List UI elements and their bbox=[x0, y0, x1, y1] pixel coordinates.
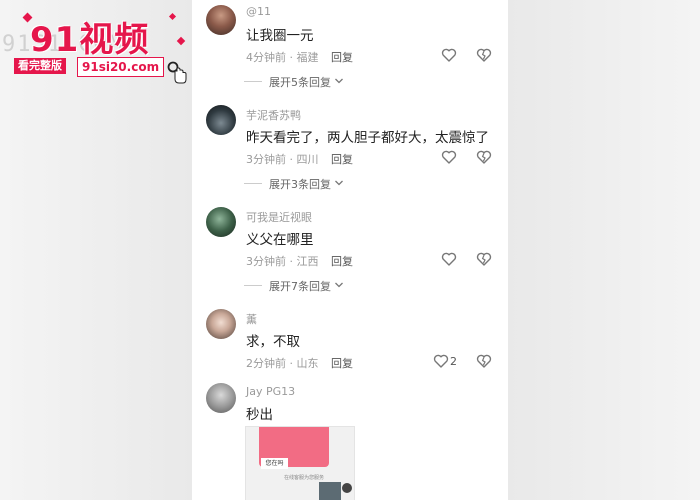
expand-replies-label: 展开5条回复 bbox=[269, 76, 331, 89]
comment-image-thumbnail[interactable]: 您在吗 在线客服为您服务 bbox=[245, 426, 355, 500]
expand-replies-label: 展开7条回复 bbox=[269, 280, 331, 293]
watermark-url: 91si20.com bbox=[77, 57, 165, 77]
broken-heart-icon[interactable] bbox=[476, 353, 492, 369]
comment-username[interactable]: @11 bbox=[246, 5, 271, 18]
comment-meta: 2分钟前 · 山东 bbox=[246, 355, 319, 371]
meta-separator: · bbox=[286, 153, 297, 166]
heart-icon[interactable] bbox=[433, 353, 449, 369]
broken-heart-icon[interactable] bbox=[476, 251, 492, 267]
reply-button[interactable]: 回复 bbox=[331, 151, 353, 167]
thumbnail-caption: 在线客服为您服务 bbox=[284, 475, 325, 481]
comment-username[interactable]: 可我是近视眼 bbox=[246, 209, 312, 225]
comment-username[interactable]: 薰 bbox=[246, 311, 257, 327]
comment-meta: 3分钟前 · 四川 bbox=[246, 151, 319, 167]
sparkle-icon bbox=[176, 36, 186, 46]
site-watermark[interactable]: 91S1.COM 91视频 看完整版 91si20.com bbox=[0, 0, 195, 90]
meta-separator: · bbox=[286, 51, 297, 64]
chevron-down-icon bbox=[335, 78, 343, 84]
comment-location: 四川 bbox=[296, 153, 319, 166]
like-count: 2 bbox=[450, 355, 457, 368]
comment-text: 让我圈一元 bbox=[246, 28, 314, 44]
broken-heart-icon[interactable] bbox=[476, 149, 492, 165]
comment-time: 2分钟前 bbox=[246, 357, 286, 370]
heart-icon[interactable] bbox=[441, 149, 457, 165]
comment-time: 4分钟前 bbox=[246, 51, 286, 64]
comment-text: 秒出 bbox=[246, 407, 273, 423]
expand-divider bbox=[244, 183, 262, 184]
meta-separator: · bbox=[286, 357, 297, 370]
comment-location: 江西 bbox=[296, 255, 319, 268]
comments-panel[interactable]: @11 让我圈一元 4分钟前 · 福建 回复 展开5条回复 芋泥香苏鸭 昨天看完… bbox=[192, 0, 508, 500]
thumbnail-mini-image bbox=[319, 482, 341, 500]
comment-text: 义父在哪里 bbox=[246, 232, 314, 248]
avatar[interactable] bbox=[206, 309, 236, 339]
chevron-down-icon bbox=[335, 180, 343, 186]
reply-button[interactable]: 回复 bbox=[331, 49, 353, 65]
heart-icon[interactable] bbox=[441, 251, 457, 267]
comment-meta: 4分钟前 · 福建 bbox=[246, 49, 319, 65]
comment-time: 3分钟前 bbox=[246, 255, 286, 268]
watermark-logo: 91视频 bbox=[30, 20, 150, 60]
expand-replies-label: 展开3条回复 bbox=[269, 178, 331, 191]
comment-meta: 3分钟前 · 江西 bbox=[246, 253, 319, 269]
play-icon bbox=[342, 483, 352, 493]
comment-text: 求，不取 bbox=[246, 334, 300, 350]
comment-username[interactable]: 芋泥香苏鸭 bbox=[246, 107, 301, 123]
comment-location: 福建 bbox=[296, 51, 319, 64]
watermark-tag: 看完整版 bbox=[14, 58, 66, 74]
right-blur-background bbox=[508, 0, 700, 500]
avatar[interactable] bbox=[206, 5, 236, 35]
comment-time: 3分钟前 bbox=[246, 153, 286, 166]
comment-username[interactable]: Jay PG13 bbox=[246, 385, 295, 398]
reply-button[interactable]: 回复 bbox=[331, 355, 353, 371]
expand-divider bbox=[244, 81, 262, 82]
avatar[interactable] bbox=[206, 207, 236, 237]
comment-location: 山东 bbox=[296, 357, 319, 370]
meta-separator: · bbox=[286, 255, 297, 268]
hand-cursor-icon bbox=[167, 61, 187, 84]
heart-icon[interactable] bbox=[441, 47, 457, 63]
expand-divider bbox=[244, 285, 262, 286]
broken-heart-icon[interactable] bbox=[476, 47, 492, 63]
chevron-down-icon bbox=[335, 282, 343, 288]
comment-text: 昨天看完了，两人胆子都好大，太震惊了 bbox=[246, 130, 489, 146]
avatar[interactable] bbox=[206, 105, 236, 135]
reply-button[interactable]: 回复 bbox=[331, 253, 353, 269]
sparkle-icon bbox=[168, 12, 177, 21]
avatar[interactable] bbox=[206, 383, 236, 413]
thumbnail-card-text: 您在吗 bbox=[261, 458, 288, 469]
